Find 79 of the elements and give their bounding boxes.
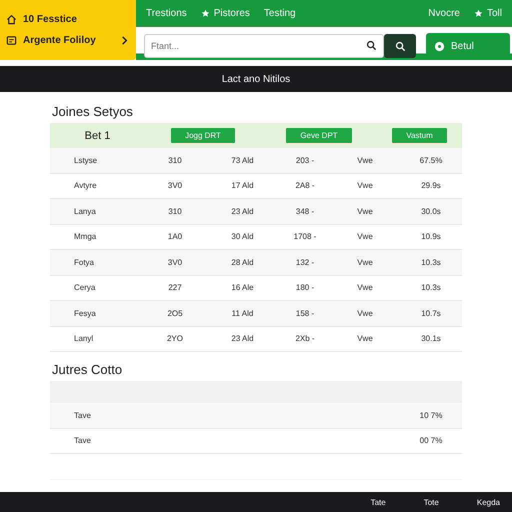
table-cell-text: 203 - <box>294 156 316 165</box>
search-field[interactable]: Ftant... <box>144 34 384 58</box>
table-cell-text: 1708 - <box>292 232 318 242</box>
header-button[interactable]: Jogg DRT <box>171 128 235 143</box>
table-cell-text: 10 7% <box>418 410 444 420</box>
nav-link[interactable]: Pistores <box>200 8 250 19</box>
table-cell-text: 348 - <box>294 206 316 216</box>
circle-icon <box>434 40 445 52</box>
table-cell-text: 67.5% <box>418 156 444 165</box>
table-cell-text: 2Xb - <box>294 334 316 344</box>
table-cell-text: 158 - <box>294 308 316 318</box>
table-cell-text: 23 Ald <box>230 334 255 344</box>
chevron-right-icon <box>119 35 130 46</box>
header-button[interactable]: Vastum <box>392 128 447 143</box>
table-cell-text: Vwe <box>356 308 374 318</box>
table-cell-text: Vwe <box>356 258 374 267</box>
card-icon <box>6 35 17 46</box>
nav-link[interactable]: Nvocre <box>428 8 460 19</box>
table-cell-text: 73 Ald <box>230 156 255 165</box>
table-cell-text: 17 Ald <box>230 181 255 190</box>
footer-link[interactable]: Tote <box>424 498 439 506</box>
header-button[interactable]: Geve DPT <box>286 128 352 143</box>
table-cell-text: 3V0 <box>166 181 184 190</box>
star-icon <box>474 9 483 18</box>
table-cell-text: 10.7s <box>420 308 442 318</box>
nav-link[interactable]: Testing <box>264 8 296 19</box>
footer-link[interactable]: Tate <box>370 498 386 506</box>
table-cell-text: 00 7% <box>418 436 444 446</box>
table-cell-text: 132 - <box>294 258 316 267</box>
table-cell-text: Tave <box>73 410 92 420</box>
table-cell-text: 11 Ald <box>230 308 254 318</box>
table-cell-text: 3V0 <box>166 258 184 267</box>
search-icon <box>366 40 377 51</box>
table-cell-text: 310 <box>167 206 183 216</box>
table-cell-text: 30 Ald <box>230 232 255 242</box>
table-cell-text: 29.9s <box>420 181 442 190</box>
header-label: Bet 1 <box>84 130 110 142</box>
table-cell-text: Cerya <box>73 283 96 292</box>
table-cell-text: 2O5 <box>166 308 184 318</box>
table-cell-text: Lanya <box>73 206 97 216</box>
table-cell-text: Vwe <box>356 283 374 292</box>
section-title: Joines Setyos <box>51 103 134 121</box>
promo-item[interactable]: Argente Foliloy <box>6 35 130 46</box>
table-cell-text: Vwe <box>356 232 374 242</box>
table-cell-text: Lanyl <box>73 334 94 344</box>
footer-link[interactable]: Kegda <box>476 498 500 506</box>
banner-title: Lact ano Nitilos <box>222 74 290 84</box>
star-icon <box>200 9 210 18</box>
nav-link[interactable]: Trestions <box>146 8 187 19</box>
home-icon <box>6 14 17 25</box>
table-cell-text: 10.9s <box>420 232 442 242</box>
search-button[interactable] <box>384 34 416 58</box>
table-cell-text: Avtyre <box>73 181 98 190</box>
table-cell-text: Tave <box>73 436 92 446</box>
table-cell-text: Vwe <box>356 206 374 216</box>
search-icon <box>394 40 406 52</box>
table-cell-text: 310 <box>167 156 183 165</box>
table-cell-text: 2A8 - <box>294 181 316 190</box>
table-cell-text: 10.3s <box>420 258 442 267</box>
table-cell-text: 10.3s <box>420 283 442 292</box>
table-cell-text: Fesya <box>73 308 97 318</box>
table-cell-text: 2YO <box>166 334 184 344</box>
table-cell-text: 180 - <box>294 283 316 292</box>
nav-link[interactable]: Toll <box>474 8 502 19</box>
section-title: Jutres Cotto <box>51 361 124 379</box>
table-cell-text: Vwe <box>356 156 374 165</box>
table-cell-text: 16 Ale <box>230 283 255 292</box>
table-cell-text: 1A0 <box>166 232 184 242</box>
table-cell-text: 227 <box>167 283 183 292</box>
table-cell-text: Vwe <box>356 334 374 344</box>
table-cell-text: Fotya <box>73 258 96 267</box>
table-cell-text: Mmga <box>73 232 98 242</box>
table-cell-text: 30.0s <box>420 206 442 216</box>
table-cell-text: Lstyse <box>73 156 98 165</box>
table-cell-text: 28 Ald <box>230 258 255 267</box>
table-cell-text: Vwe <box>356 181 374 190</box>
promo-item[interactable]: 10 Fesstice <box>6 14 130 25</box>
table-cell-text: 30.1s <box>420 334 442 344</box>
table-cell-text: 23 Ald <box>230 206 255 216</box>
